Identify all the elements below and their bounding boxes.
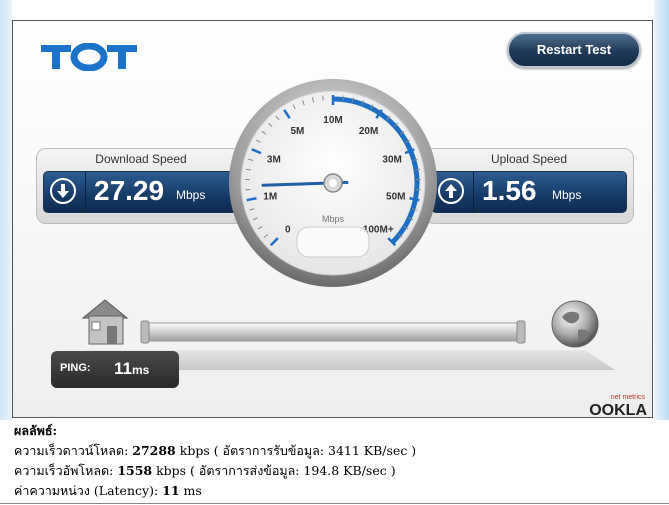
ping-value: 11 [114,359,132,378]
bottom-divider [0,503,669,504]
gauge-unit-label: Mbps [322,214,345,224]
results-download-line: ความเร็วดาวน์โหลด: 27288 kbps ( อัตราการ… [14,441,654,461]
background-right [654,0,669,420]
gauge-scale-label: 20M [359,126,378,137]
upload-panel: Upload Speed 1.56 Mbps [424,148,634,224]
results-download-value: 27288 [132,443,176,458]
results-upload-value: 1558 [117,463,153,478]
background-left [0,0,12,420]
results-latency-rest: ms [179,483,202,498]
upload-title: Upload Speed [490,152,568,166]
ookla-small-text: net metrics [611,394,646,401]
gauge-scale-label: 50M [386,191,405,202]
ookla-logo: net metrics OOKLA [589,394,647,418]
speedtest-frame: Restart Test Download Speed 27.29 Mbps U… [12,20,653,418]
globe-icon [551,300,599,348]
gauge-scale-label: 3M [267,155,281,166]
restart-test-button[interactable]: Restart Test [507,32,641,68]
arrow-down-icon [50,178,76,204]
track-cap-left [140,320,150,344]
results-download-rest: kbps ( อัตราการรับข้อมูล: 3411 KB/sec ) [175,443,417,458]
gauge-tick [342,95,344,101]
ping-value-group: 11ms [114,359,149,379]
results-upload-line: ความเร็วอัพโหลด: 1558 kbps ( อัตราการส่ง… [14,461,654,481]
download-value: 27.29 [94,175,165,206]
results-heading: ผลลัพธ์: [14,423,58,438]
download-unit: Mbps [176,188,206,202]
upload-value: 1.56 [482,175,537,206]
icon-divider [85,172,86,212]
gauge-scale-label: 0 [285,224,291,235]
download-readout: 27.29 Mbps [43,171,239,213]
gauge-hub-center [329,179,337,187]
tot-logo [41,43,137,71]
gauge-scale-label: 5M [290,126,304,137]
download-panel: Download Speed 27.29 Mbps [36,148,246,224]
results-upload-label: ความเร็วอัพโหลด: [14,463,118,478]
results-section: ผลลัพธ์: ความเร็วดาวน์โหลด: 27288 kbps (… [14,421,654,501]
results-latency-label: ค่าความหน่วง (Latency): [14,483,163,498]
results-latency-value: 11 [162,483,180,498]
ping-unit: ms [131,363,150,377]
upload-unit: Mbps [552,188,582,202]
gauge-scale-label: 10M [323,115,342,126]
ookla-big-text: OOKLA [589,402,647,418]
results-upload-rest: kbps ( อัตราการส่งข้อมูล: 194.8 KB/sec ) [152,463,396,478]
ping-label: PING: [60,362,91,374]
track-tube [140,322,526,342]
track-cap-right [516,320,526,344]
results-latency-line: ค่าความหน่วง (Latency): 11 ms [14,481,654,501]
speed-gauge: 01M3M5M10M20M30M50M100M+ Mbps [229,79,437,287]
ping-readout: PING: 11ms [51,351,179,388]
upload-readout: 1.56 Mbps [431,171,627,213]
gauge-scale-label: 30M [382,155,401,166]
icon-divider [473,172,474,212]
gauge-tick [322,95,324,101]
download-title: Download Speed [95,152,187,166]
gauge-readout-window [296,226,370,258]
results-download-label: ความเร็วดาวน์โหลด: [14,443,133,458]
gauge-scale-label: 1M [263,191,277,202]
house-icon [81,299,129,345]
arrow-up-icon [438,178,464,204]
